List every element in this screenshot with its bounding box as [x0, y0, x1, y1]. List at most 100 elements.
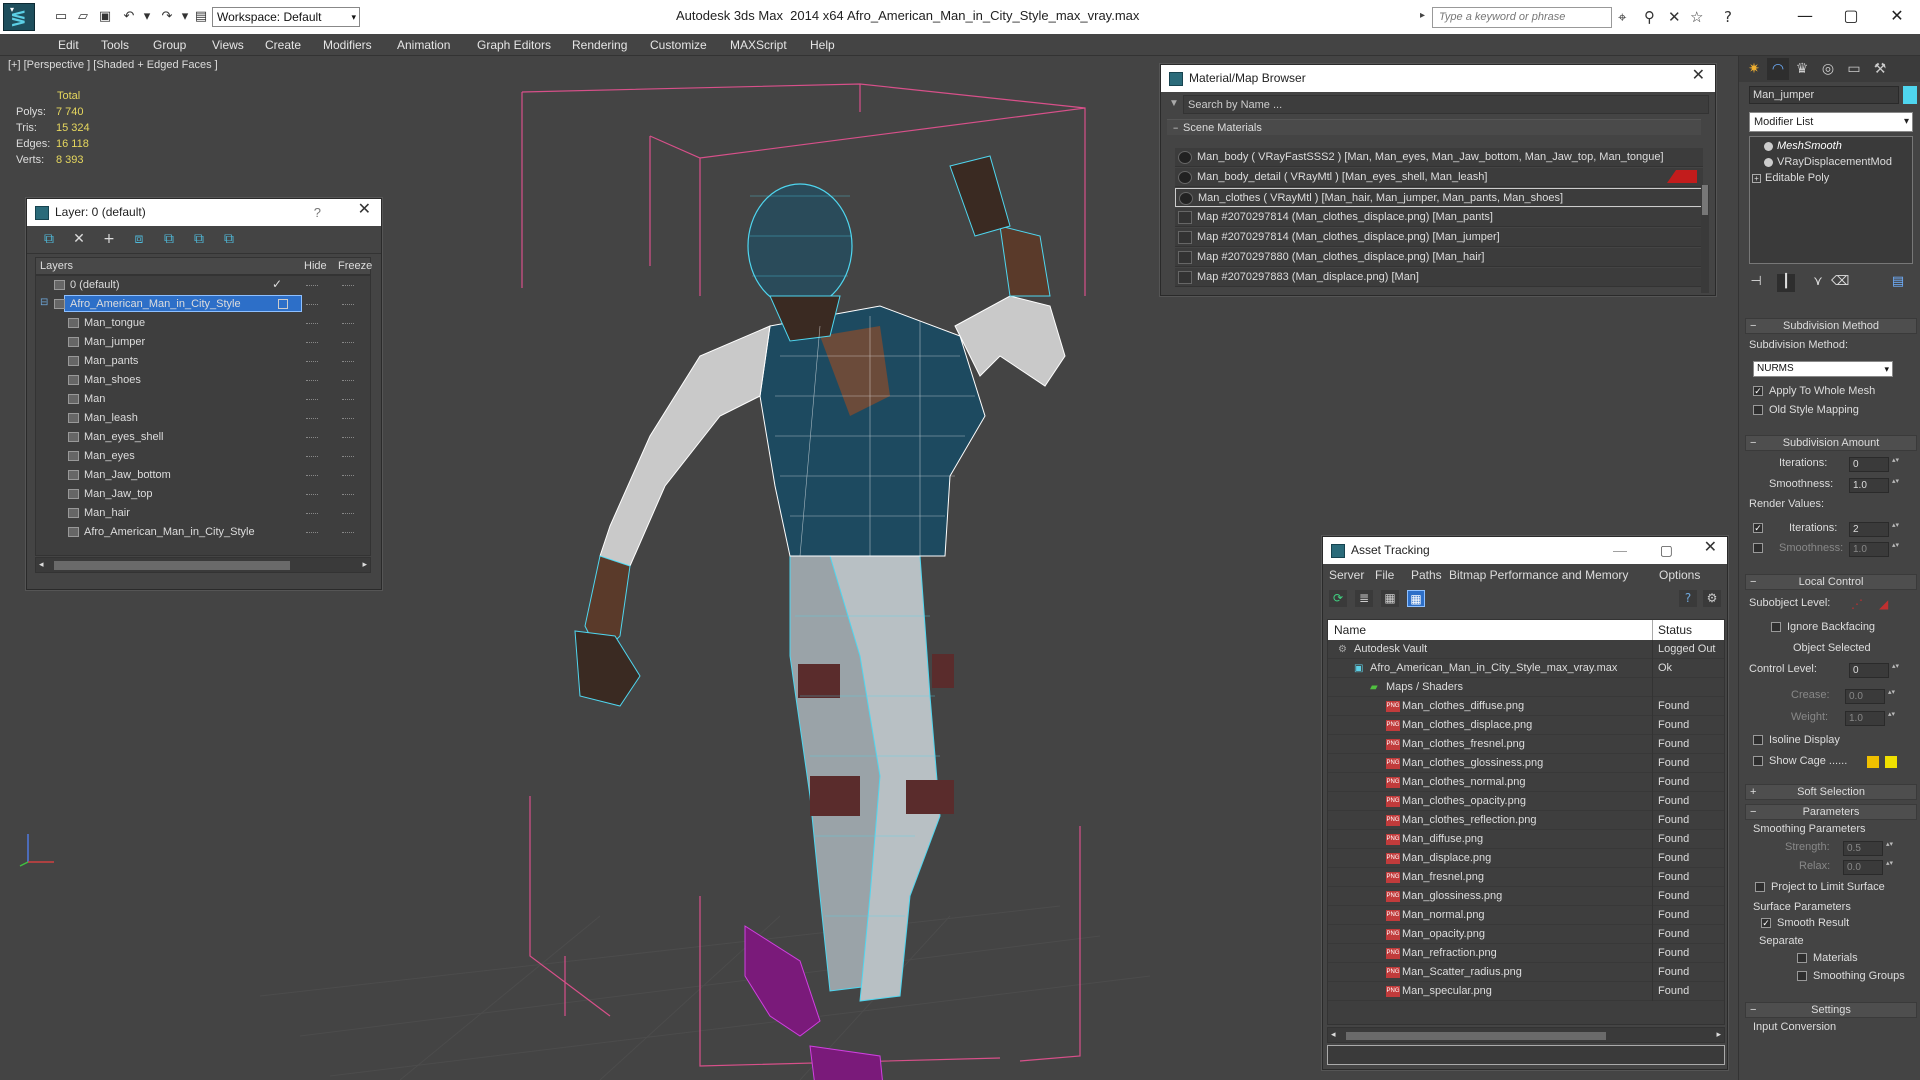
rollout-subdivision-amount[interactable]: − Subdivision Amount — [1745, 435, 1917, 451]
asset-row[interactable]: ▣ Afro_American_Man_in_City_Style_max_vra… — [1328, 659, 1724, 678]
search-expand-icon[interactable]: ▸ — [1420, 10, 1425, 21]
delete-layer-icon[interactable]: ✕ — [69, 231, 89, 249]
asset-row[interactable]: PNG Man_clothes_fresnel.png Found — [1328, 735, 1724, 754]
modify-tab-icon[interactable]: ◠ — [1767, 58, 1789, 80]
weight-spinner[interactable]: 1.0 — [1845, 711, 1896, 726]
asset-row[interactable]: PNG Man_displace.png Found — [1328, 849, 1724, 868]
iterations-spinner[interactable]: 0 — [1849, 457, 1900, 472]
layer-row[interactable]: Man_pants — [36, 352, 370, 371]
minimize-icon[interactable]: — — [1613, 537, 1627, 564]
scroll-right-icon[interactable]: ▸ — [362, 559, 367, 570]
remove-modifier-icon[interactable]: ⌫ — [1831, 274, 1849, 292]
minimize-icon[interactable]: — — [1782, 4, 1828, 28]
name-column-header[interactable]: Name — [1334, 623, 1366, 637]
asset-row[interactable]: PNG Man_fresnel.png Found — [1328, 868, 1724, 887]
asset-row[interactable]: PNG Man_Scatter_radius.png Found — [1328, 963, 1724, 982]
asset-row[interactable]: PNG Man_clothes_reflection.png Found — [1328, 811, 1724, 830]
asset-row[interactable]: PNG Man_clothes_opacity.png Found — [1328, 792, 1724, 811]
rollout-settings[interactable]: − Settings — [1745, 1002, 1917, 1018]
layer-row[interactable]: Man — [36, 390, 370, 409]
rollout-local-control[interactable]: − Local Control — [1745, 574, 1917, 590]
project-folder-icon[interactable]: ▤ — [192, 9, 210, 25]
material-vertical-scrollbar[interactable] — [1701, 185, 1709, 293]
undo-dropdown-icon[interactable]: ▾ — [138, 9, 156, 25]
app-menu-button[interactable]: ≶ ▾ — [3, 3, 35, 31]
layers-column-header[interactable]: Layers — [40, 260, 73, 272]
show-end-result-icon[interactable]: ┃ — [1777, 274, 1795, 292]
layer-row[interactable]: Man_shoes — [36, 371, 370, 390]
map-row[interactable]: Map #2070297883 (Man_displace.png) [Man] — [1175, 268, 1703, 287]
help-icon[interactable]: ? — [1679, 590, 1697, 607]
lightbulb-icon[interactable] — [1764, 157, 1773, 167]
motion-tab-icon[interactable]: ◎ — [1817, 58, 1839, 80]
current-layer-icon[interactable] — [278, 299, 288, 309]
asset-horizontal-scrollbar[interactable]: ◂ ▸ — [1327, 1027, 1725, 1043]
subdivision-method-select[interactable]: NURMS ▾ — [1753, 361, 1893, 377]
layer-row[interactable]: Man_tongue — [36, 314, 370, 333]
menu-maxscript[interactable]: MAXScript — [730, 38, 787, 52]
status-column-header[interactable]: Status — [1658, 623, 1692, 637]
isoline-display-checkbox[interactable] — [1753, 735, 1763, 745]
create-tab-icon[interactable]: ✷ — [1743, 58, 1765, 80]
asset-row[interactable]: PNG Man_refraction.png Found — [1328, 944, 1724, 963]
collapse-icon[interactable]: ⊟ — [40, 297, 48, 308]
new-file-icon[interactable]: ▭ — [52, 9, 70, 25]
render-smoothness-checkbox[interactable] — [1753, 543, 1763, 553]
communication-icon[interactable]: ✕ — [1668, 8, 1681, 26]
lightbulb-icon[interactable] — [1764, 141, 1773, 151]
layer-row[interactable]: Man_jumper — [36, 333, 370, 352]
ignore-backfacing-checkbox[interactable] — [1771, 622, 1781, 632]
layer-horizontal-scrollbar[interactable]: ◂ ▸ — [35, 557, 371, 573]
map-row[interactable]: Map #2070297814 (Man_clothes_displace.pn… — [1175, 208, 1703, 227]
cage-color-swatch[interactable] — [1867, 756, 1879, 768]
asset-row[interactable]: PNG Man_clothes_diffuse.png Found — [1328, 697, 1724, 716]
rollout-soft-selection[interactable]: + Soft Selection — [1745, 784, 1917, 800]
layer-row[interactable]: Man_eyes_shell — [36, 428, 370, 447]
render-iterations-spinner[interactable]: 2 — [1849, 522, 1900, 537]
asset-row[interactable]: PNG Man_clothes_normal.png Found — [1328, 773, 1724, 792]
asset-row[interactable]: PNG Man_normal.png Found — [1328, 906, 1724, 925]
close-icon[interactable]: ✕ — [358, 199, 371, 218]
layer-panel-titlebar[interactable]: Layer: 0 (default) ? ✕ — [27, 199, 381, 226]
modifier-list-dropdown[interactable]: Modifier List ▾ — [1749, 112, 1913, 132]
vertex-subobject-icon[interactable]: ⋰ — [1851, 597, 1863, 611]
favorites-icon[interactable]: ☆ — [1690, 8, 1703, 26]
layer-row-selected[interactable]: ⊟ Afro_American_Man_in_City_Style — [36, 295, 370, 314]
binoculars-icon[interactable]: ⌖ — [1618, 8, 1626, 26]
scrollbar-thumb[interactable] — [54, 561, 290, 570]
freeze-column-header[interactable]: Freeze — [338, 260, 372, 272]
control-level-spinner[interactable]: 0 — [1849, 663, 1900, 678]
rollout-subdivision-method[interactable]: − Subdivision Method — [1745, 318, 1917, 334]
viewport-label[interactable]: [+] [Perspective ] [Shaded + Edged Faces… — [8, 59, 218, 71]
layer-row[interactable]: Man_Jaw_top — [36, 485, 370, 504]
redo-icon[interactable]: ↷ — [158, 9, 176, 25]
asset-row[interactable]: PNG Man_diffuse.png Found — [1328, 830, 1724, 849]
expand-icon[interactable]: + — [1752, 173, 1761, 183]
utilities-tab-icon[interactable]: ⚒ — [1869, 58, 1891, 80]
workspace-select[interactable]: Workspace: Default ▾ — [212, 7, 360, 27]
asset-row[interactable]: ▰ Maps / Shaders — [1328, 678, 1724, 697]
stack-item-editable-poly[interactable]: + Editable Poly — [1752, 172, 1829, 184]
smoothing-groups-checkbox[interactable] — [1797, 971, 1807, 981]
undo-icon[interactable]: ↶ — [120, 9, 138, 25]
layer-row[interactable]: Man_leash — [36, 409, 370, 428]
layer-row[interactable]: Man_eyes — [36, 447, 370, 466]
scroll-right-icon[interactable]: ▸ — [1716, 1029, 1721, 1040]
search-input[interactable]: Type a keyword or phrase — [1432, 7, 1612, 28]
asset-row[interactable]: PNG Man_clothes_displace.png Found — [1328, 716, 1724, 735]
object-color-swatch[interactable] — [1903, 86, 1917, 104]
crease-spinner[interactable]: 0.0 — [1845, 689, 1896, 704]
asset-row[interactable]: PNG Man_specular.png Found — [1328, 982, 1724, 1001]
layer-row[interactable]: Man_hair — [36, 504, 370, 523]
material-search-input[interactable]: Search by Name ... — [1183, 95, 1709, 114]
search-options-icon[interactable]: ▼ — [1169, 98, 1179, 109]
map-row[interactable]: Map #2070297880 (Man_clothes_displace.pn… — [1175, 248, 1703, 267]
highlight-layer-icon[interactable]: ⧉ — [159, 231, 179, 249]
asset-row[interactable]: PNG Man_opacity.png Found — [1328, 925, 1724, 944]
refresh-icon[interactable]: ⟳ — [1329, 590, 1347, 607]
asset-row[interactable]: ⚙ Autodesk Vault Logged Out — [1328, 640, 1724, 659]
menu-edit[interactable]: Edit — [58, 38, 79, 52]
add-to-layer-icon[interactable]: + — [99, 231, 119, 249]
menu-views[interactable]: Views — [212, 38, 244, 52]
help-icon[interactable]: ? — [314, 199, 321, 226]
